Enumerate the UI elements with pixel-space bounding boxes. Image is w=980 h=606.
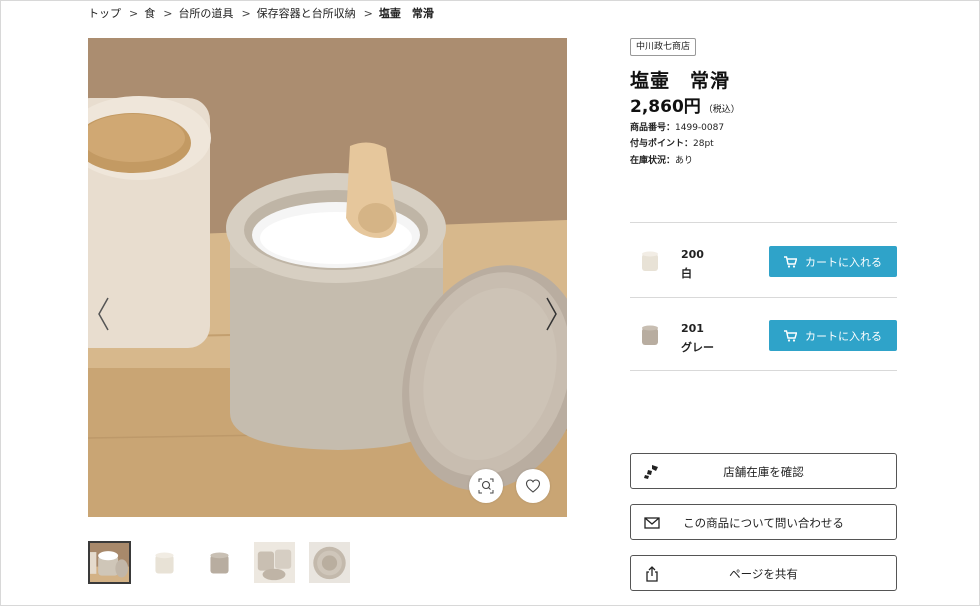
price-value: 2,860円 xyxy=(630,97,701,117)
stock-status: 在庫状況：あり xyxy=(630,153,693,166)
chevron-left-icon xyxy=(98,297,109,331)
inquiry-label: この商品について問い合わせる xyxy=(683,516,844,530)
gallery-prev-button[interactable] xyxy=(94,294,114,334)
breadcrumb-separator: > xyxy=(363,6,373,20)
cart-icon xyxy=(784,255,797,268)
variant-code: 201 xyxy=(681,322,704,335)
variant-thumbnail xyxy=(642,325,658,345)
variant-code: 200 xyxy=(681,248,704,261)
stock-status-value: あり xyxy=(675,156,694,166)
thumbnail-image xyxy=(254,542,295,583)
store-stock-label: 店舗在庫を確認 xyxy=(723,465,804,479)
heart-icon xyxy=(525,479,541,493)
thumbnail-2[interactable] xyxy=(143,541,186,584)
variant-thumbnail xyxy=(642,251,658,271)
reward-points: 付与ポイント：28pt xyxy=(630,136,714,149)
shop-badge[interactable]: 中川政七商店 xyxy=(630,38,697,56)
product-number-label: 商品番号： xyxy=(630,123,676,133)
variant-row: 201 グレー カートに入れる xyxy=(630,298,897,370)
reward-points-value: 28pt xyxy=(693,139,714,149)
cart-icon xyxy=(784,329,797,342)
chevron-right-icon xyxy=(546,297,557,331)
breadcrumb: トップ > 食 > 台所の道具 > 保存容器と台所収納 > 塩壷 常滑 xyxy=(88,5,434,21)
zoom-icon xyxy=(478,478,494,494)
breadcrumb-separator: > xyxy=(241,6,251,20)
variant-name: 白 xyxy=(681,267,692,280)
product-main-image xyxy=(88,38,567,517)
product-photo xyxy=(88,38,567,517)
breadcrumb-current: 塩壷 常滑 xyxy=(378,7,434,20)
tax-note: （税込） xyxy=(703,105,740,115)
breadcrumb-storage[interactable]: 保存容器と台所収納 xyxy=(257,5,356,21)
breadcrumb-kitchen-tools[interactable]: 台所の道具 xyxy=(178,5,233,21)
breadcrumb-separator: > xyxy=(163,6,173,20)
gallery-next-button[interactable] xyxy=(541,294,561,334)
zoom-button[interactable] xyxy=(469,469,503,503)
product-price: 2,860円 （税込） xyxy=(630,92,740,117)
favorite-button[interactable] xyxy=(516,469,550,503)
thumbnail-image xyxy=(309,542,350,583)
add-to-cart-button[interactable]: カートに入れる xyxy=(769,246,897,277)
share-label: ページを共有 xyxy=(729,567,798,581)
variant-name: グレー xyxy=(681,341,714,354)
product-number-value: 1499-0087 xyxy=(675,123,725,133)
thumbnail-3[interactable] xyxy=(198,541,241,584)
product-title: 塩壷 常滑 xyxy=(630,70,731,92)
store-stock-button[interactable]: 店舗在庫を確認 xyxy=(630,453,897,489)
thumbnail-image xyxy=(90,543,129,582)
thumbnail-5[interactable] xyxy=(308,541,351,584)
divider xyxy=(630,222,897,223)
product-number: 商品番号：1499-0087 xyxy=(630,120,724,133)
stock-status-label: 在庫状況： xyxy=(630,156,676,166)
share-button[interactable]: ページを共有 xyxy=(630,555,897,591)
breadcrumb-separator: > xyxy=(129,6,139,20)
thumbnail-1[interactable] xyxy=(88,541,131,584)
variant-row: 200 白 カートに入れる xyxy=(630,224,897,296)
breadcrumb-food[interactable]: 食 xyxy=(144,5,155,21)
thumbnail-strip xyxy=(88,541,351,584)
breadcrumb-top[interactable]: トップ xyxy=(88,5,121,21)
inquiry-button[interactable]: この商品について問い合わせる xyxy=(630,504,897,540)
add-to-cart-label: カートに入れる xyxy=(805,255,882,269)
add-to-cart-label: カートに入れる xyxy=(805,329,882,343)
add-to-cart-button[interactable]: カートに入れる xyxy=(769,320,897,351)
divider xyxy=(630,370,897,371)
thumbnail-4[interactable] xyxy=(253,541,296,584)
thumbnail-image xyxy=(144,542,185,583)
thumbnail-image xyxy=(199,542,240,583)
reward-points-label: 付与ポイント： xyxy=(630,139,694,149)
